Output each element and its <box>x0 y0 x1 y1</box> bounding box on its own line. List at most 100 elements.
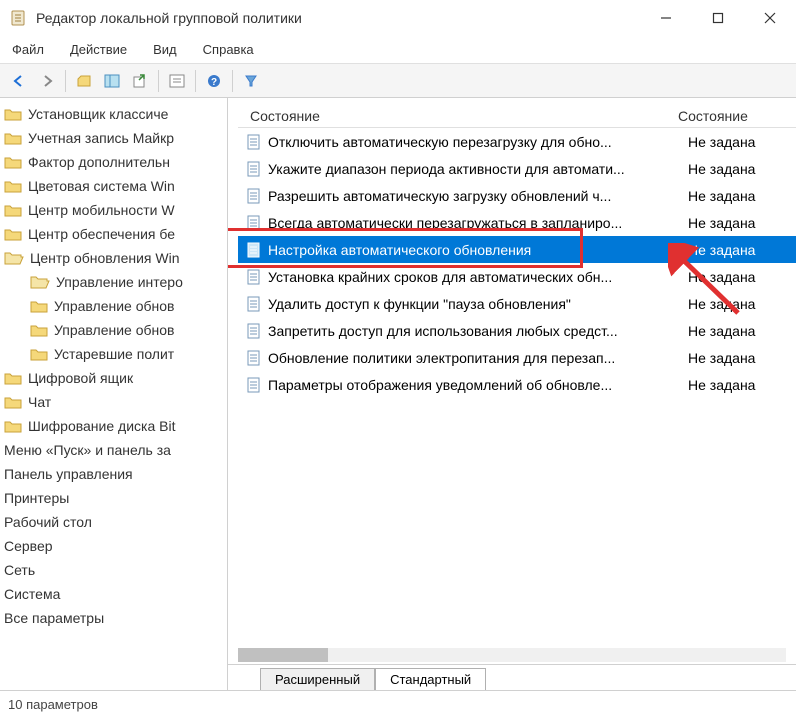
back-button[interactable] <box>6 68 32 94</box>
menu-file[interactable]: Файл <box>8 40 48 59</box>
tree-item[interactable]: Устаревшие полит <box>0 342 227 366</box>
policy-row[interactable]: Настройка автоматического обновленияНе з… <box>238 236 796 263</box>
tree-item-label: Цветовая система Win <box>28 178 175 194</box>
tree-item-label: Система <box>4 586 60 602</box>
policy-row[interactable]: Отключить автоматическую перезагрузку дл… <box>238 128 796 155</box>
policy-state: Не задана <box>688 350 755 366</box>
policy-row[interactable]: Запретить доступ для использования любых… <box>238 317 796 344</box>
policy-list: Состояние Состояние Отключить автоматиче… <box>228 98 796 664</box>
tree-item[interactable]: Фактор дополнительн <box>0 150 227 174</box>
tree-item-label: Сеть <box>4 562 35 578</box>
tree-item[interactable]: Центр мобильности W <box>0 198 227 222</box>
tree-item[interactable]: Принтеры <box>0 486 227 510</box>
tree-item-label: Сервер <box>4 538 53 554</box>
show-hide-tree-button[interactable] <box>99 68 125 94</box>
policy-name: Обновление политики электропитания для п… <box>268 350 688 366</box>
up-button[interactable] <box>71 68 97 94</box>
tree-item[interactable]: Чат <box>0 390 227 414</box>
tree-item[interactable]: Сеть <box>0 558 227 582</box>
titlebar: Редактор локальной групповой политики <box>0 0 796 36</box>
forward-button[interactable] <box>34 68 60 94</box>
tree-item-label: Управление обнов <box>54 298 174 314</box>
policy-row[interactable]: Всегда автоматически перезагружаться в з… <box>238 209 796 236</box>
policy-row[interactable]: Удалить доступ к функции "пауза обновлен… <box>238 290 796 317</box>
tree-item[interactable]: Сервер <box>0 534 227 558</box>
policy-row[interactable]: Параметры отображения уведомлений об обн… <box>238 371 796 398</box>
tree-item-label: Цифровой ящик <box>28 370 133 386</box>
policy-name: Разрешить автоматическую загрузку обновл… <box>268 188 688 204</box>
tree-item-label: Фактор дополнительн <box>28 154 170 170</box>
policy-name: Укажите диапазон периода активности для … <box>268 161 688 177</box>
help-button[interactable]: ? <box>201 68 227 94</box>
tree-item-label: Рабочий стол <box>4 514 92 530</box>
toolbar-separator <box>232 70 233 92</box>
policy-row[interactable]: Укажите диапазон периода активности для … <box>238 155 796 182</box>
tree-item[interactable]: Шифрование диска Bit <box>0 414 227 438</box>
tree-item[interactable]: Центр обеспечения бе <box>0 222 227 246</box>
statusbar: 10 параметров <box>0 690 796 718</box>
tab-standard[interactable]: Стандартный <box>375 668 486 690</box>
policy-name: Параметры отображения уведомлений об обн… <box>268 377 688 393</box>
tree-item[interactable]: Система <box>0 582 227 606</box>
policy-name: Запретить доступ для использования любых… <box>268 323 688 339</box>
export-button[interactable] <box>127 68 153 94</box>
tree-item[interactable]: Управление обнов <box>0 294 227 318</box>
policy-name: Установка крайних сроков для автоматичес… <box>268 269 688 285</box>
policy-row[interactable]: Установка крайних сроков для автоматичес… <box>238 263 796 290</box>
menubar: Файл Действие Вид Справка <box>0 36 796 64</box>
svg-text:?: ? <box>211 77 217 88</box>
tree-item[interactable]: Установщик классиче <box>0 102 227 126</box>
tree-item-label: Центр обеспечения бе <box>28 226 175 242</box>
window-title: Редактор локальной групповой политики <box>36 10 640 26</box>
menu-action[interactable]: Действие <box>66 40 131 59</box>
tree-item[interactable]: Панель управления <box>0 462 227 486</box>
status-text: 10 параметров <box>8 697 98 712</box>
column-header-state[interactable]: Состояние <box>678 108 748 124</box>
close-button[interactable] <box>744 0 796 36</box>
tree-item-label: Чат <box>28 394 51 410</box>
horizontal-scrollbar[interactable] <box>238 648 786 662</box>
tree-item[interactable]: Центр обновления Win <box>0 246 227 270</box>
tree-item-label: Установщик классиче <box>28 106 168 122</box>
policy-row[interactable]: Обновление политики электропитания для п… <box>238 344 796 371</box>
policy-state: Не задана <box>688 134 755 150</box>
tree-item[interactable]: Цветовая система Win <box>0 174 227 198</box>
menu-view[interactable]: Вид <box>149 40 181 59</box>
tree-item[interactable]: Управление интерo <box>0 270 227 294</box>
tree-item[interactable]: Учетная запись Майкр <box>0 126 227 150</box>
policy-name: Настройка автоматического обновления <box>268 242 688 258</box>
tree-item[interactable]: Цифровой ящик <box>0 366 227 390</box>
policy-row[interactable]: Разрешить автоматическую загрузку обновл… <box>238 182 796 209</box>
toolbar: ? <box>0 64 796 98</box>
tab-extended[interactable]: Расширенный <box>260 668 375 690</box>
tree-item-label: Учетная запись Майкр <box>28 130 174 146</box>
menu-help[interactable]: Справка <box>199 40 258 59</box>
policy-name: Удалить доступ к функции "пауза обновлен… <box>268 296 688 312</box>
policy-name: Всегда автоматически перезагружаться в з… <box>268 215 688 231</box>
tree-item-label: Центр мобильности W <box>28 202 175 218</box>
tree-item-label: Управление интерo <box>56 274 183 290</box>
tree-item[interactable]: Рабочий стол <box>0 510 227 534</box>
policy-state: Не задана <box>688 188 755 204</box>
tree-item[interactable]: Все параметры <box>0 606 227 630</box>
filter-button[interactable] <box>238 68 264 94</box>
details-panel: Состояние Состояние Отключить автоматиче… <box>228 98 796 690</box>
tree-item-label: Управление обнов <box>54 322 174 338</box>
toolbar-separator <box>195 70 196 92</box>
tree-item-label: Меню «Пуск» и панель за <box>4 442 171 458</box>
tree-item[interactable]: Меню «Пуск» и панель за <box>0 438 227 462</box>
tree-item[interactable]: Управление обнов <box>0 318 227 342</box>
column-header-name[interactable]: Состояние <box>250 108 678 124</box>
maximize-button[interactable] <box>692 0 744 36</box>
content-area: Установщик классиче Учетная запись Майкр Ф… <box>0 98 796 690</box>
toolbar-separator <box>65 70 66 92</box>
refresh-button[interactable] <box>164 68 190 94</box>
policy-state: Не задана <box>688 161 755 177</box>
policy-state: Не задана <box>688 377 755 393</box>
toolbar-separator <box>158 70 159 92</box>
tree-item-label: Панель управления <box>4 466 133 482</box>
tree-item-label: Устаревшие полит <box>54 346 174 362</box>
minimize-button[interactable] <box>640 0 692 36</box>
policy-state: Не задана <box>688 323 755 339</box>
policy-state: Не задана <box>688 215 755 231</box>
